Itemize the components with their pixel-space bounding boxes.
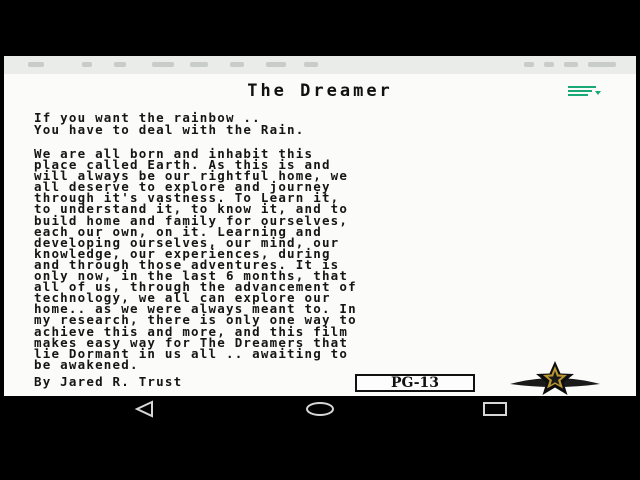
story-body: We are all born and inhabit this place c… xyxy=(34,147,604,370)
status-bar xyxy=(4,56,636,75)
star-icon xyxy=(510,361,600,395)
status-notification-icon xyxy=(304,62,318,67)
rating-badge: PG-13 xyxy=(355,374,475,392)
status-notification-icon xyxy=(152,62,174,67)
status-notification-icon xyxy=(82,62,92,67)
menu-icon[interactable] xyxy=(568,84,602,98)
recents-icon[interactable] xyxy=(480,399,510,419)
quote-line: You have to deal with the Rain. xyxy=(34,121,305,137)
top-letterbox xyxy=(0,0,640,56)
status-notification-icon xyxy=(28,62,44,67)
opening-quote: If you want the rainbow .. You have to d… xyxy=(34,112,624,135)
status-notification-icon xyxy=(564,62,578,67)
author-credit: By Jared R. Trust xyxy=(34,374,183,389)
status-notification-icon xyxy=(190,62,208,67)
phone-screen: The Dreamer If you want the rainbow .. Y… xyxy=(0,0,640,480)
status-notification-icon xyxy=(588,62,616,67)
page-title: The Dreamer xyxy=(247,81,393,101)
status-notification-icon xyxy=(544,62,554,67)
status-notification-icon xyxy=(230,62,244,67)
story-page: The Dreamer If you want the rainbow .. Y… xyxy=(4,74,636,396)
back-icon[interactable] xyxy=(130,399,160,419)
status-notification-icon xyxy=(114,62,126,67)
bottom-letterbox xyxy=(0,422,640,480)
home-icon[interactable] xyxy=(305,399,335,419)
navigation-bar xyxy=(0,396,640,422)
status-notification-icon xyxy=(524,62,534,67)
status-notification-icon xyxy=(266,62,286,67)
